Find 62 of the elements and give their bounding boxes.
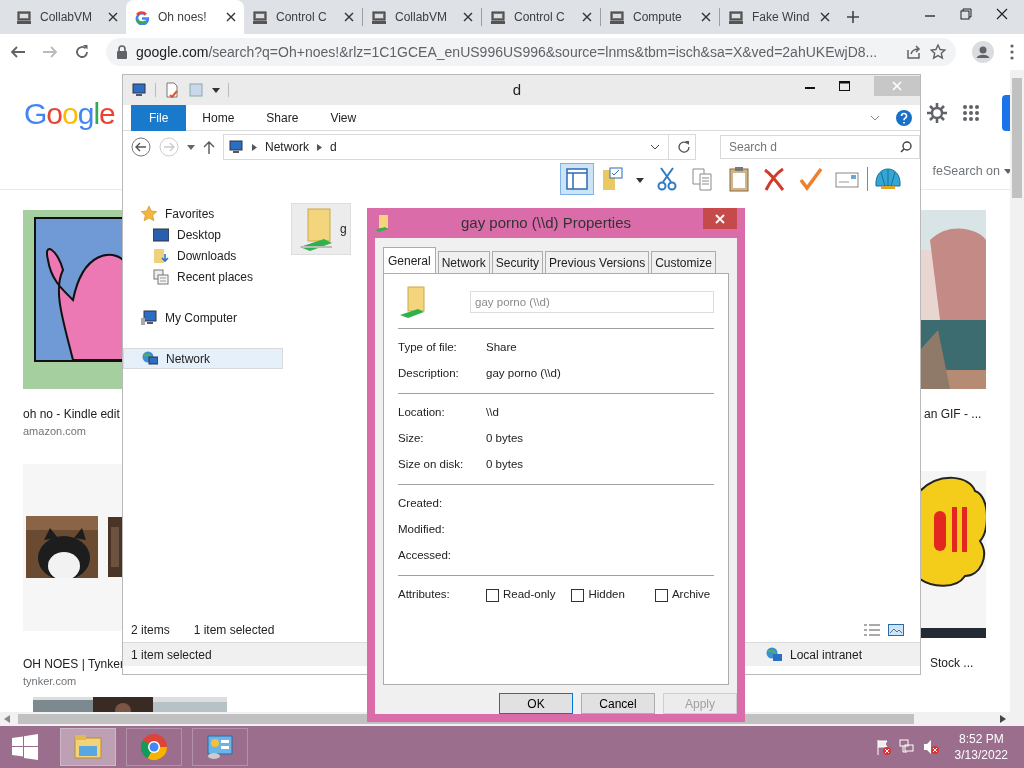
dialog-tab[interactable]: Previous Versions <box>545 251 650 274</box>
result-title[interactable]: oh no - Kindle edit <box>23 405 123 423</box>
dialog-tab[interactable]: General <box>383 247 436 274</box>
result-title[interactable]: OH NOES | Tynker <box>23 654 123 673</box>
result-source: tynker.com <box>23 673 78 689</box>
property-label: Modified: <box>398 522 446 538</box>
dialog-tab[interactable]: Customize <box>651 251 716 274</box>
property-value: gay porno (\\d) <box>486 366 561 382</box>
search-field[interactable]: Search d <box>720 135 920 159</box>
checkbox[interactable]: Archive <box>654 586 711 604</box>
browser-tab[interactable]: Control C <box>244 0 362 34</box>
dialog-tab[interactable]: Security <box>491 251 544 274</box>
property-label: Size: <box>398 431 425 447</box>
status-text: 1 item selected <box>131 646 212 664</box>
browser-tab[interactable]: Oh noes! <box>126 0 244 34</box>
result-title[interactable]: an GIF - ... <box>924 405 986 423</box>
address-bar[interactable]: google.com/search?q=Oh+noes!&rlz=1C1GCEA_enUS996US996&source=lnms&tbm=isch&sa=X&ved=2ahUKEwjD8... <box>106 38 956 66</box>
security-zone: Local intranet <box>789 646 862 664</box>
breadcrumb-item[interactable]: d <box>330 138 337 156</box>
google-logo[interactable]: Google <box>24 90 115 136</box>
result-source: amazon.com <box>23 424 87 439</box>
nav-item[interactable]: My Computer <box>123 307 283 328</box>
nav-item[interactable]: Downloads <box>123 245 283 266</box>
browser-tab[interactable]: CollabVM <box>363 0 481 34</box>
checkbox[interactable]: Read-only <box>486 586 556 604</box>
property-value: 0 bytes <box>486 457 524 473</box>
nav-item[interactable]: Favorites <box>123 203 283 224</box>
ribbon-tab[interactable]: View <box>314 105 373 131</box>
result-title[interactable]: Stock ... <box>930 654 986 672</box>
property-label: Type of file: <box>398 340 458 356</box>
browser-tab[interactable]: Control C <box>482 0 600 34</box>
address-bar[interactable]: Network d <box>223 134 696 160</box>
property-value: 0 bytes <box>486 431 524 447</box>
breadcrumb-item[interactable]: Network <box>265 138 309 156</box>
clock-date[interactable]: 3/13/2022 <box>954 747 1008 764</box>
checkbox[interactable]: Hidden <box>571 586 625 604</box>
nav-item[interactable]: Desktop <box>123 224 283 245</box>
property-value: Share <box>486 340 517 356</box>
property-value: \\d <box>486 405 499 421</box>
url-text: google.com/search?q=Oh+noes!&rlz=1C1GCEA_enUS996US996&source=lnms&tbm=isch&sa=X&ved=2ahUKEwjD8... <box>136 42 878 62</box>
property-label: Created: <box>398 496 444 512</box>
selection-count: 1 item selected <box>193 622 275 639</box>
ribbon-tab[interactable]: Home <box>186 105 251 131</box>
dialog-button[interactable]: OK <box>499 693 573 714</box>
nav-item[interactable]: Network <box>123 348 283 369</box>
ribbon-tab[interactable]: Share <box>250 105 315 131</box>
clock-time[interactable]: 8:52 PM <box>954 730 1008 747</box>
property-label: Size on disk: <box>398 457 465 473</box>
property-label: Location: <box>398 405 446 421</box>
property-label: Attributes: <box>398 587 451 603</box>
property-label: Accessed: <box>398 548 453 564</box>
dialog-title: gay porno (\\d) Properties <box>459 212 633 233</box>
window-title: d <box>511 79 523 100</box>
dialog-button[interactable]: Cancel <box>581 693 655 714</box>
dialog-tab[interactable]: Network <box>437 251 490 274</box>
property-label: Description: <box>398 366 460 382</box>
nav-item[interactable]: Recent places <box>123 266 283 287</box>
item-count: 2 items <box>131 622 170 639</box>
browser-tab[interactable]: Compute <box>601 0 719 34</box>
browser-tab[interactable]: CollabVM <box>8 0 126 34</box>
file-item[interactable]: g <box>291 203 351 255</box>
browser-tab[interactable]: Fake Wind <box>720 0 838 34</box>
